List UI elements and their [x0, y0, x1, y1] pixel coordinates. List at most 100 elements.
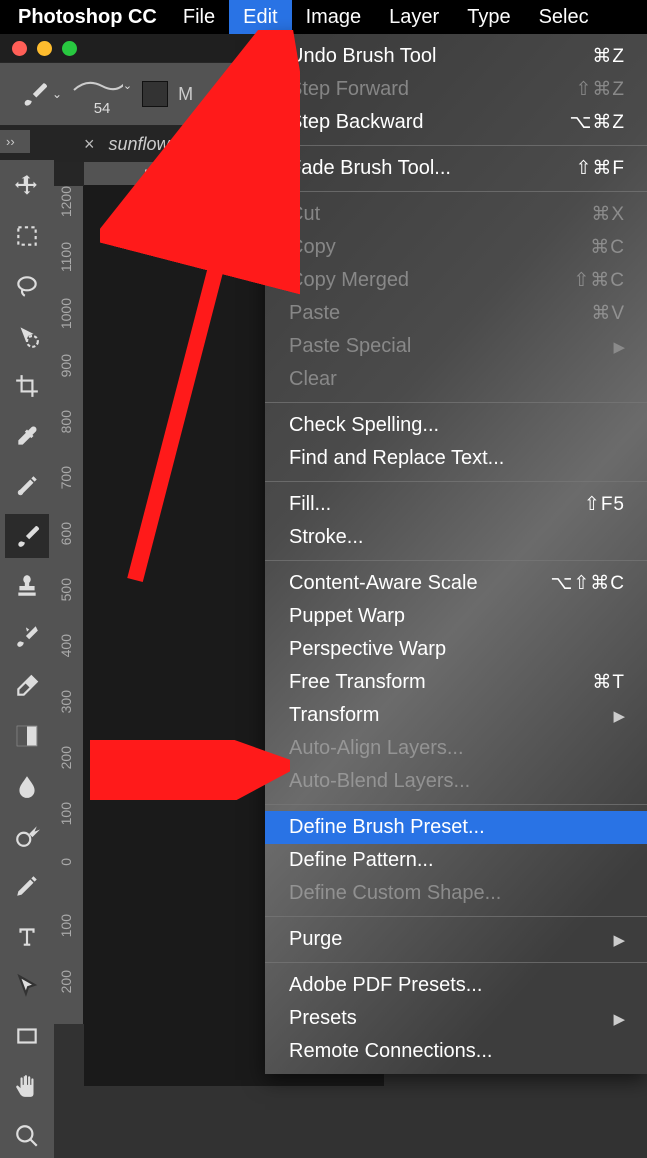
dodge-tool[interactable]	[5, 814, 49, 858]
ruler-tick: 400	[215, 166, 238, 182]
menu-item-auto-align-layers: Auto-Align Layers...	[265, 732, 647, 765]
tool-preset-picker[interactable]: ⌄	[20, 80, 62, 108]
menu-item-check-spelling[interactable]: Check Spelling...	[265, 409, 647, 442]
close-tab-icon[interactable]: ×	[84, 134, 95, 155]
menu-item-find-and-replace-text[interactable]: Find and Replace Text...	[265, 442, 647, 475]
menu-item-puppet-warp[interactable]: Puppet Warp	[265, 600, 647, 633]
menu-layer[interactable]: Layer	[375, 0, 453, 34]
ruler-tick: 100	[58, 802, 74, 825]
quick-select-tool[interactable]	[5, 314, 49, 358]
menu-item-label: Perspective Warp	[289, 638, 446, 661]
menu-item-shortcut: ⇧⌘Z	[575, 78, 625, 101]
gradient-tool[interactable]	[5, 714, 49, 758]
menu-item-shortcut: ⌘X	[591, 203, 625, 226]
zoom-tool[interactable]	[5, 1114, 49, 1158]
ruler-tick: 1200	[58, 186, 74, 217]
menu-separator	[265, 402, 647, 403]
menu-type[interactable]: Type	[453, 0, 524, 34]
menu-item-label: Step Forward	[289, 78, 409, 101]
eraser-tool[interactable]	[5, 664, 49, 708]
ruler-tick: 1000	[58, 298, 74, 329]
menu-item-adobe-pdf-presets[interactable]: Adobe PDF Presets...	[265, 969, 647, 1002]
pen-tool[interactable]	[5, 864, 49, 908]
menu-item-label: Paste	[289, 302, 340, 325]
menu-item-label: Remote Connections...	[289, 1040, 492, 1063]
menu-item-stroke[interactable]: Stroke...	[265, 521, 647, 554]
ruler-tick: 500	[144, 166, 167, 182]
menu-item-copy-merged: Copy Merged⇧⌘C	[265, 264, 647, 297]
crop-tool[interactable]	[5, 364, 49, 408]
menu-separator	[265, 145, 647, 146]
brush-icon	[20, 80, 48, 108]
chevron-down-icon: ⌄	[52, 87, 62, 101]
menu-item-label: Auto-Align Layers...	[289, 737, 464, 760]
menu-item-label: Transform	[289, 704, 379, 727]
rectangle-tool[interactable]	[5, 1014, 49, 1058]
menu-separator	[265, 804, 647, 805]
menu-item-shortcut: ⌥⇧⌘C	[550, 572, 625, 595]
menu-item-presets[interactable]: Presets▶	[265, 1002, 647, 1035]
menu-item-shortcut: ⇧⌘C	[573, 269, 625, 292]
menu-item-label: Paste Special	[289, 335, 411, 358]
ruler-tick: 800	[58, 410, 74, 433]
menu-item-label: Puppet Warp	[289, 605, 405, 628]
lasso-tool[interactable]	[5, 264, 49, 308]
menu-item-define-pattern[interactable]: Define Pattern...	[265, 844, 647, 877]
menu-edit[interactable]: Edit	[229, 0, 291, 34]
menu-separator	[265, 962, 647, 963]
menu-item-label: Adobe PDF Presets...	[289, 974, 482, 997]
document-tab[interactable]: sunflower-3292	[109, 134, 232, 155]
history-brush-tool[interactable]	[5, 614, 49, 658]
brush-preset-picker[interactable]: ⌄ 54	[72, 72, 132, 117]
menu-item-perspective-warp[interactable]: Perspective Warp	[265, 633, 647, 666]
ruler-tick: 0	[58, 858, 74, 866]
menu-item-label: Presets	[289, 1007, 357, 1030]
menu-item-step-backward[interactable]: Step Backward⌥⌘Z	[265, 106, 647, 139]
menubar: Photoshop CC File Edit Image Layer Type …	[0, 0, 647, 34]
path-select-tool[interactable]	[5, 964, 49, 1008]
submenu-arrow-icon: ▶	[613, 931, 625, 949]
menu-item-label: Auto-Blend Layers...	[289, 770, 470, 793]
hand-tool[interactable]	[5, 1064, 49, 1108]
menu-image[interactable]: Image	[292, 0, 376, 34]
eyedropper-tool[interactable]	[5, 414, 49, 458]
menu-item-auto-blend-layers: Auto-Blend Layers...	[265, 765, 647, 798]
move-tool[interactable]	[5, 164, 49, 208]
menu-item-fill[interactable]: Fill...⇧F5	[265, 488, 647, 521]
menu-item-transform[interactable]: Transform▶	[265, 699, 647, 732]
close-window-icon[interactable]	[12, 41, 27, 56]
marquee-tool[interactable]	[5, 214, 49, 258]
menu-item-undo-brush-tool[interactable]: Undo Brush Tool⌘Z	[265, 40, 647, 73]
blur-tool[interactable]	[5, 764, 49, 808]
brush-panel-toggle-icon[interactable]	[142, 81, 168, 107]
menu-item-fade-brush-tool[interactable]: Fade Brush Tool...⇧⌘F	[265, 152, 647, 185]
minimize-window-icon[interactable]	[37, 41, 52, 56]
panel-dock-expand-icon[interactable]: ››	[0, 130, 30, 153]
ruler-tick: 900	[58, 354, 74, 377]
menu-item-content-aware-scale[interactable]: Content-Aware Scale⌥⇧⌘C	[265, 567, 647, 600]
menu-select[interactable]: Selec	[525, 0, 603, 34]
type-tool[interactable]	[5, 914, 49, 958]
menu-item-label: Define Brush Preset...	[289, 816, 485, 839]
menu-item-free-transform[interactable]: Free Transform⌘T	[265, 666, 647, 699]
brush-tool[interactable]	[5, 514, 49, 558]
edit-menu-dropdown: Undo Brush Tool⌘Z Step Forward ⇧⌘Z Step Bac…	[265, 34, 647, 1074]
menu-item-shortcut: ⌘C	[590, 236, 625, 259]
menu-item-define-brush-preset[interactable]: Define Brush Preset...	[265, 811, 647, 844]
ruler-tick: 600	[58, 522, 74, 545]
menu-item-label: Free Transform	[289, 671, 426, 694]
menu-item-copy: Copy ⌘C	[265, 231, 647, 264]
menu-file[interactable]: File	[169, 0, 229, 34]
tool-panel	[0, 160, 54, 1158]
menu-item-purge[interactable]: Purge ▶	[265, 923, 647, 956]
maximize-window-icon[interactable]	[62, 41, 77, 56]
menu-item-label: Purge	[289, 928, 342, 951]
menu-item-define-custom-shape: Define Custom Shape...	[265, 877, 647, 910]
menu-item-label: Clear	[289, 368, 337, 391]
stamp-tool[interactable]	[5, 564, 49, 608]
menu-item-step-forward: Step Forward ⇧⌘Z	[265, 73, 647, 106]
healing-brush-tool[interactable]	[5, 464, 49, 508]
menu-item-label: Copy	[289, 236, 336, 259]
submenu-arrow-icon: ▶	[613, 338, 625, 356]
menu-item-remote-connections[interactable]: Remote Connections...	[265, 1035, 647, 1068]
